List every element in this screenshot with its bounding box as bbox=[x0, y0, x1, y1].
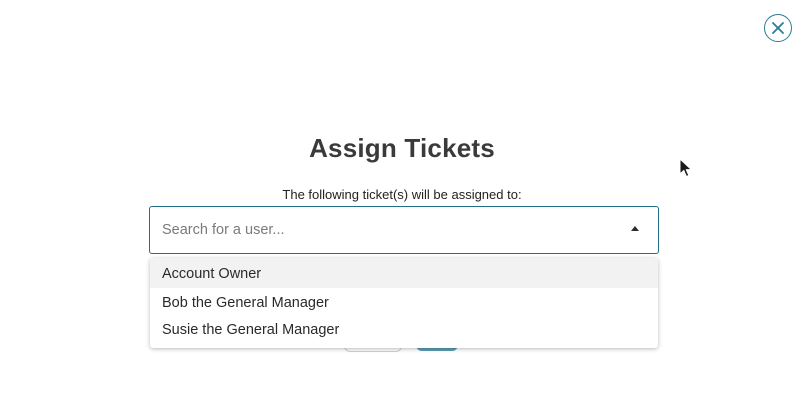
caret-up-icon[interactable] bbox=[631, 226, 639, 231]
close-button[interactable] bbox=[764, 14, 792, 42]
dropdown-option-account-owner[interactable]: Account Owner bbox=[150, 258, 658, 288]
user-search-input[interactable] bbox=[162, 207, 602, 253]
mouse-pointer-icon bbox=[679, 158, 692, 177]
dropdown-option-susie[interactable]: Susie the General Manager bbox=[150, 315, 658, 342]
assign-tickets-modal: Assign Tickets The following ticket(s) w… bbox=[0, 0, 804, 411]
close-icon bbox=[772, 22, 784, 34]
dropdown-option-bob[interactable]: Bob the General Manager bbox=[150, 288, 658, 315]
user-dropdown-list: Account Owner Bob the General Manager Su… bbox=[150, 258, 658, 348]
modal-subtitle: The following ticket(s) will be assigned… bbox=[282, 187, 522, 202]
user-search-select[interactable] bbox=[149, 206, 659, 254]
